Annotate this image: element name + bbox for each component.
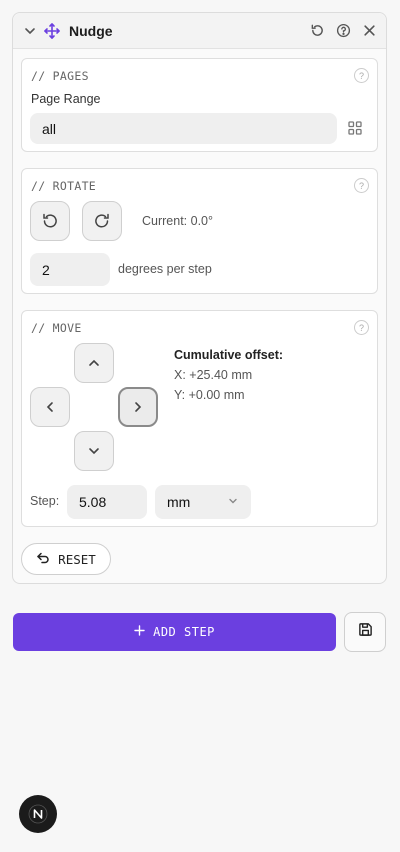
- plus-icon: [134, 625, 145, 639]
- offset-y: Y: +0.00 mm: [174, 388, 245, 402]
- grid-icon[interactable]: [348, 121, 362, 140]
- rotate-ccw-icon[interactable]: [308, 22, 326, 40]
- save-button[interactable]: [344, 612, 386, 652]
- undo-icon: [36, 551, 50, 568]
- help-circle-icon[interactable]: [334, 22, 352, 40]
- move-down-button[interactable]: [74, 431, 114, 471]
- degrees-input[interactable]: 2: [30, 253, 110, 286]
- save-icon: [358, 622, 373, 642]
- help-icon[interactable]: ?: [354, 178, 369, 193]
- step-label: Step:: [30, 494, 60, 508]
- page-range-input[interactable]: all: [30, 113, 337, 144]
- reset-label: RESET: [58, 551, 96, 567]
- panel-header: Nudge: [13, 13, 386, 49]
- move-up-button[interactable]: [74, 343, 114, 383]
- pages-section-title: // PAGES: [31, 69, 89, 83]
- move-section-title: // MOVE: [31, 321, 82, 335]
- add-step-button[interactable]: ADD STEP: [13, 613, 336, 651]
- reset-button[interactable]: RESET: [21, 543, 111, 575]
- add-step-label: ADD STEP: [153, 625, 215, 639]
- chevron-down-icon[interactable]: [21, 22, 39, 40]
- move-right-button[interactable]: [118, 387, 158, 427]
- rotate-right-button[interactable]: [82, 201, 122, 241]
- offset-heading: Cumulative offset:: [174, 348, 284, 362]
- panel-title: Nudge: [69, 22, 113, 39]
- rotation-current: Current: 0.0°: [142, 214, 214, 228]
- move-left-button[interactable]: [30, 387, 70, 427]
- rotate-section-title: // ROTATE: [31, 179, 97, 193]
- unit-select-value: mm: [167, 494, 191, 510]
- offset-x: X: +25.40 mm: [174, 368, 253, 382]
- pages-section: // PAGES ? Page Range all: [21, 58, 378, 152]
- framework-badge-icon[interactable]: [19, 795, 57, 833]
- nudge-panel: Nudge // PAGES ? Page Range all // ROTAT…: [12, 12, 387, 584]
- degrees-suffix: degrees per step: [118, 262, 212, 276]
- rotate-left-button[interactable]: [30, 201, 70, 241]
- rotate-section: // ROTATE ? Current: 0.0° 2 degrees per …: [21, 168, 378, 294]
- help-icon[interactable]: ?: [354, 68, 369, 83]
- move-icon: [43, 22, 61, 40]
- page-range-label: Page Range: [31, 92, 101, 106]
- help-icon[interactable]: ?: [354, 320, 369, 335]
- move-section: // MOVE ? Cumulative offset: X: +25.40 m…: [21, 310, 378, 527]
- unit-select[interactable]: mm: [155, 485, 251, 519]
- chevron-down-icon: [227, 494, 239, 510]
- step-input[interactable]: 5.08: [67, 485, 147, 519]
- close-icon[interactable]: [360, 22, 378, 40]
